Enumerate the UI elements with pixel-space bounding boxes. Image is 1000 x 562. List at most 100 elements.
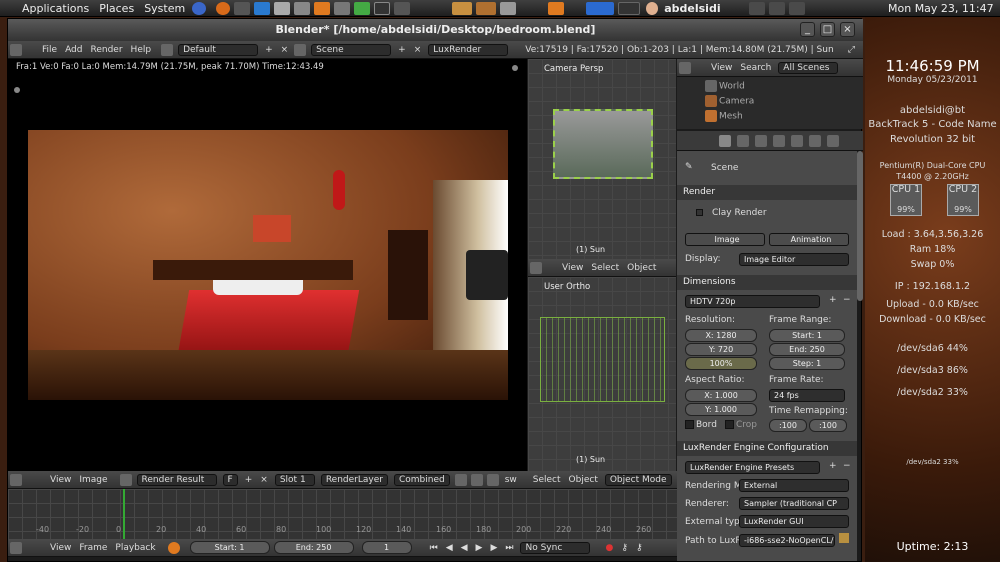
render-engine-selector[interactable]: LuxRender [428,43,509,56]
remove-scene-icon[interactable]: × [410,45,426,55]
outliner-display-selector[interactable]: All Scenes [778,61,839,74]
battery-icon[interactable] [788,1,805,15]
timeline[interactable]: -40 -20 0 20 40 60 80 100 120 140 160 180 200 220 240 2… [8,489,677,539]
fake-user-toggle[interactable]: F [222,473,238,486]
menu-help[interactable]: Help [127,45,156,55]
jump-end-icon[interactable]: ⏭ [501,543,517,553]
image-view-menu[interactable]: View [46,475,75,485]
add-lux-preset-icon[interactable]: + [829,461,837,471]
blender-task-icon[interactable] [548,1,565,15]
resolution-y-field[interactable]: Y: 720 [685,343,757,356]
sync-selector[interactable]: No Sync [520,541,591,554]
render-panel-header[interactable]: Render [677,185,857,200]
photo-icon[interactable] [452,1,473,15]
corner-widget-icon-left[interactable] [14,87,20,93]
alpha-icon[interactable] [470,473,483,486]
rendering-mode-dropdown[interactable]: External [739,479,849,492]
remove-layout-icon[interactable]: × [277,45,293,55]
add-layout-icon[interactable]: + [261,45,277,55]
settings-icon[interactable] [394,1,411,15]
clay-render-checkbox[interactable] [696,209,703,216]
auto-key-icon[interactable]: ⚷ [632,543,647,553]
maximize-button[interactable]: □ [820,22,835,37]
frame-step-field[interactable]: Step: 1 [769,357,845,370]
ortho-viewport[interactable]: User Ortho (1) Sun [528,277,676,471]
scene-tab-icon[interactable] [737,135,749,147]
end-frame-field[interactable]: End: 250 [273,541,354,554]
workspace-2[interactable] [618,1,641,15]
next-keyframe-icon[interactable]: ▶ [486,543,501,553]
object-tab-icon[interactable] [773,135,785,147]
monitor-icon[interactable] [374,1,391,15]
external-type-dropdown[interactable]: LuxRender GUI [739,515,849,528]
cube-icon[interactable] [294,1,311,15]
aspect-x-field[interactable]: X: 1.000 [685,389,757,402]
remove-lux-preset-icon[interactable]: − [843,461,851,471]
corner-widget-icon[interactable] [512,65,518,71]
world-tab-icon[interactable] [755,135,767,147]
outliner-editor-icon[interactable] [679,61,691,74]
image-browse-icon[interactable] [119,473,132,486]
timeline-editor-icon[interactable] [10,541,22,554]
frame-rate-dropdown[interactable]: 24 fps [769,389,845,402]
terminal-icon[interactable] [234,1,251,15]
remap-new-field[interactable]: :100 [809,419,847,432]
resolution-percent-field[interactable]: 100% [685,357,757,370]
modifier-tab-icon[interactable] [809,135,821,147]
folder-icon[interactable] [839,533,849,543]
render-image-button[interactable]: Image [685,233,765,246]
app-launcher-icon[interactable] [254,1,271,15]
outliner-item-world[interactable]: World [703,80,745,94]
camera-viewport[interactable]: Camera Persp (1) Sun [528,59,676,259]
frame-end-field[interactable]: End: 250 [769,343,845,356]
workspace-switcher[interactable] [586,1,615,15]
render-preset-dropdown[interactable]: HDTV 720p [685,295,820,308]
image-icon[interactable] [476,1,497,15]
renderlayer-selector[interactable]: RenderLayer [320,473,388,486]
outliner-item-mesh[interactable]: Mesh [703,110,743,124]
keying-icon[interactable] [167,541,180,554]
jump-start-icon[interactable]: ⏮ [426,543,442,553]
dimensions-panel-header[interactable]: Dimensions [677,275,857,290]
blender-icon[interactable] [314,1,331,15]
viewport-object-menu[interactable]: Object [565,475,602,485]
material-tab-icon[interactable] [827,135,839,147]
3d-cube-icon[interactable] [274,1,291,15]
z-buffer-icon[interactable] [486,473,499,486]
add-preset-icon[interactable]: + [829,295,837,305]
remove-preset-icon[interactable]: − [843,295,851,305]
properties-scrollbar[interactable] [857,151,863,301]
constraint-tab-icon[interactable] [791,135,803,147]
ortho-object-menu[interactable]: Object [623,263,660,273]
key-icon[interactable]: ⚷ [617,543,632,553]
display-dropdown[interactable]: Image Editor [739,253,849,266]
username[interactable]: abdelsidi [660,2,724,15]
renderer-dropdown[interactable]: Sampler (traditional CP [739,497,849,510]
timeline-view-menu[interactable]: View [46,543,75,553]
render-animation-button[interactable]: Animation [769,233,849,246]
layout-selector[interactable]: Default [178,43,259,56]
unlink-image-icon[interactable]: × [256,475,272,485]
window-titlebar[interactable]: Blender* [/home/abdelsidi/Desktop/bedroo… [8,19,863,41]
timeline-playback-menu[interactable]: Playback [111,543,159,553]
outliner-search-menu[interactable]: Search [736,63,775,73]
system-menu[interactable]: System [139,2,190,15]
crop-checkbox[interactable] [725,420,734,429]
pin-icon[interactable]: ✎ [685,162,693,172]
mail-icon[interactable] [500,1,517,15]
add-scene-icon[interactable]: + [394,45,410,55]
scene-selector[interactable]: Scene [311,43,392,56]
applications-menu[interactable]: Applications [0,2,94,15]
render-tab-icon[interactable] [719,135,731,147]
firefox-icon[interactable] [216,1,231,15]
play-reverse-icon[interactable]: ◀ [457,543,472,553]
outliner-view-menu[interactable]: View [707,63,736,73]
view-menu-truncated[interactable]: sw [501,475,521,485]
current-frame-field[interactable]: 1 [361,541,412,554]
aspect-y-field[interactable]: Y: 1.000 [685,403,757,416]
ortho-view-menu[interactable]: View [558,263,587,273]
menu-add[interactable]: Add [61,45,86,55]
frame-start-field[interactable]: Start: 1 [769,329,845,342]
ortho-select-menu[interactable]: Select [587,263,623,273]
image-editor-type-icon[interactable] [10,473,22,486]
